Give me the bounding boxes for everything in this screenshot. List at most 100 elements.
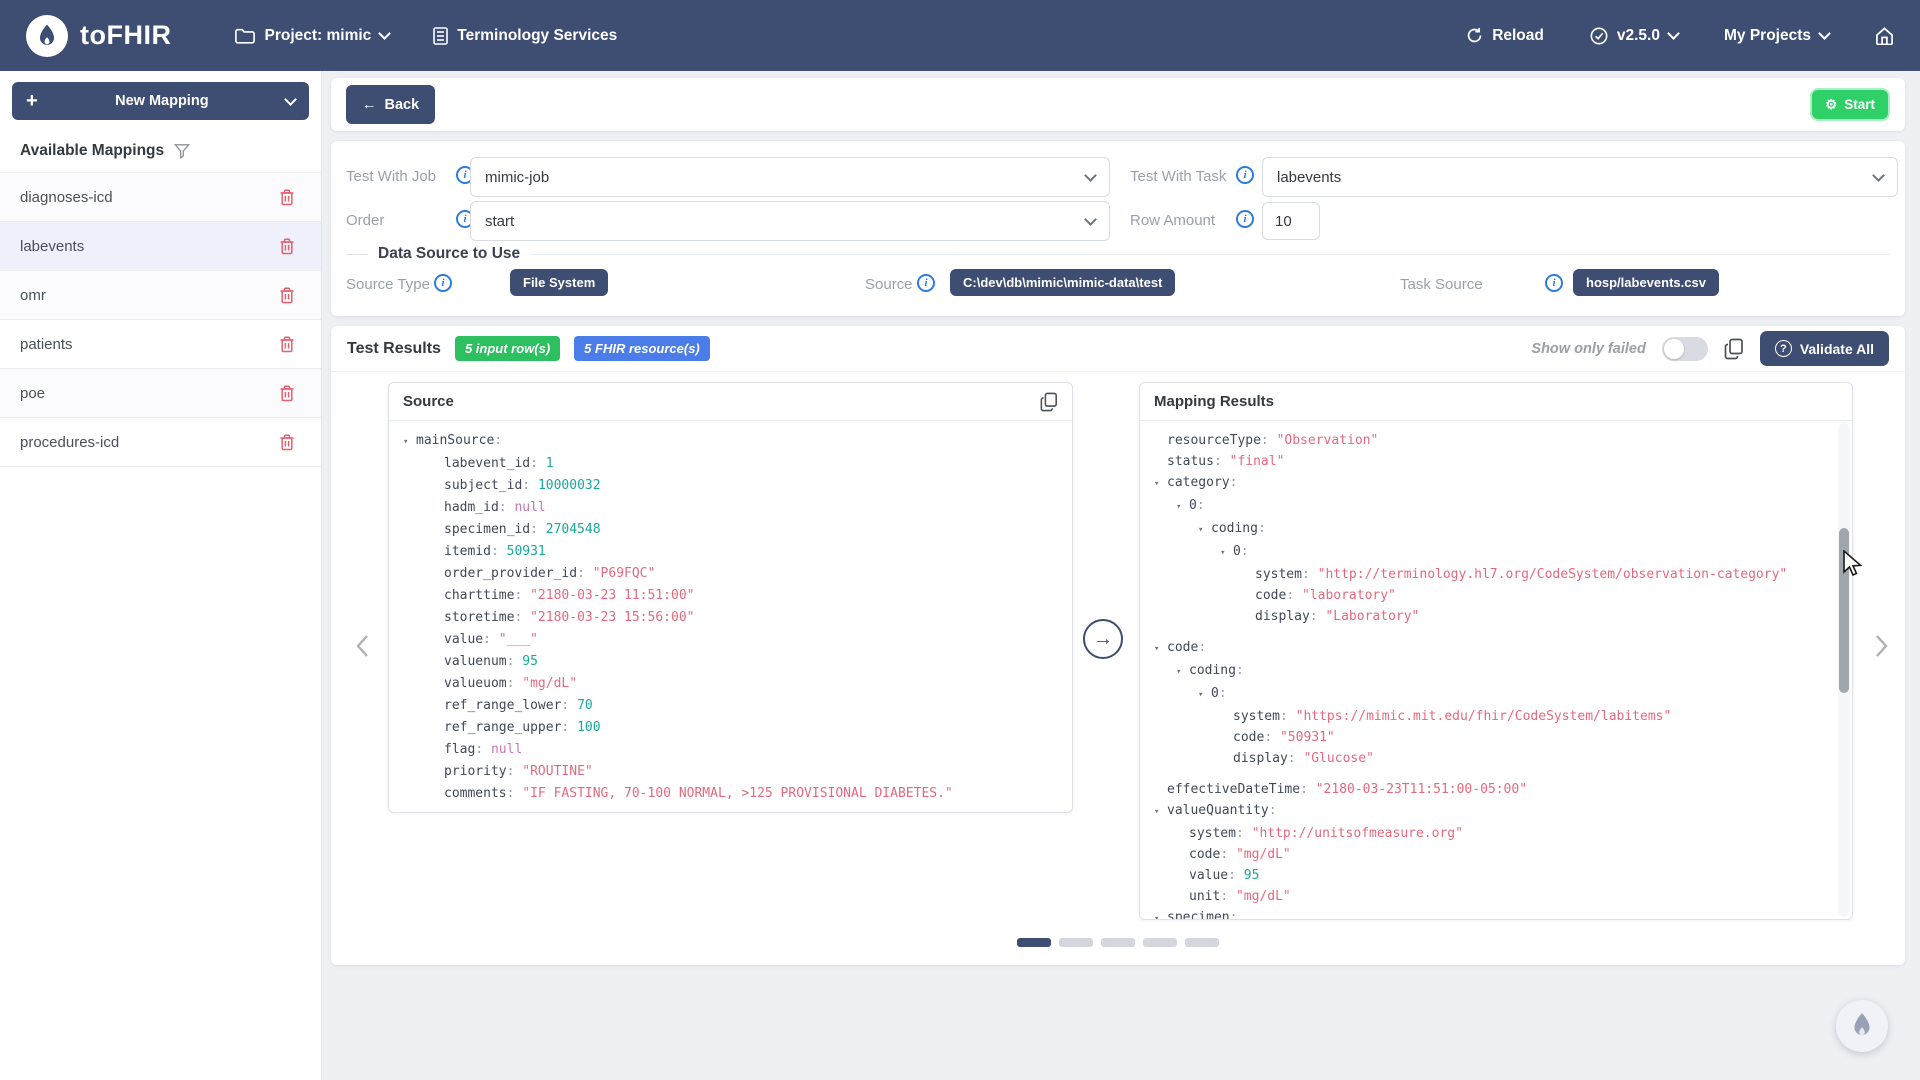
info-icon[interactable]: i [917, 274, 935, 292]
code-key: priority [444, 764, 507, 779]
collapse-caret-icon[interactable]: ▾ [403, 431, 416, 453]
code-colon: : [507, 764, 523, 779]
terminology-icon [433, 27, 448, 45]
new-mapping-button[interactable]: + New Mapping [12, 82, 309, 120]
order-select[interactable]: start [470, 201, 1110, 241]
collapse-caret-icon[interactable]: ▾ [1154, 802, 1167, 823]
code-value: null [514, 500, 545, 515]
my-projects-label: My Projects [1724, 27, 1811, 45]
mapping-list-item[interactable]: poe [0, 369, 321, 418]
info-icon[interactable]: i [1545, 274, 1563, 292]
test-with-task-select[interactable]: labevents [1262, 157, 1898, 197]
code-key: ref_range_upper [444, 720, 561, 735]
reload-button[interactable]: Reload [1466, 27, 1544, 45]
source-type-chip[interactable]: File System [510, 269, 608, 296]
mapping-list-item[interactable]: labevents [0, 222, 321, 271]
info-icon[interactable]: i [1236, 210, 1254, 228]
mapping-list-item[interactable]: omr [0, 271, 321, 320]
delete-mapping-button[interactable] [279, 434, 295, 451]
next-result-button[interactable]: → [1083, 619, 1123, 659]
code-value: "IF FASTING, 70-100 NORMAL, >125 PROVISI… [522, 786, 952, 801]
code-line: subject_id: 10000032 [393, 475, 1066, 497]
code-line: system: "http://unitsofmeasure.org" [1144, 823, 1846, 844]
code-colon: : [1269, 803, 1285, 818]
back-button[interactable]: ← Back [346, 85, 435, 124]
chevron-down-icon [1084, 169, 1097, 182]
code-key: value [1189, 868, 1228, 883]
home-button[interactable] [1875, 27, 1894, 45]
mapping-list-item[interactable]: patients [0, 320, 321, 369]
collapse-caret-icon[interactable]: ▾ [1198, 685, 1211, 706]
info-icon[interactable]: i [434, 274, 452, 292]
copy-source-button[interactable] [1040, 392, 1058, 412]
code-line: ▾0: [1144, 495, 1846, 518]
collapse-caret-icon[interactable]: ▾ [1154, 639, 1167, 660]
terminology-services-link[interactable]: Terminology Services [433, 27, 617, 45]
project-menu[interactable]: Project: mimic [235, 27, 389, 45]
delete-mapping-button[interactable] [279, 189, 295, 206]
collapse-caret-icon[interactable]: ▾ [1176, 497, 1189, 518]
back-label: Back [385, 97, 420, 113]
test-results-title: Test Results [347, 340, 441, 358]
code-colon: : [499, 500, 515, 515]
chevron-down-icon [378, 27, 391, 40]
delete-mapping-button[interactable] [279, 287, 295, 304]
source-panel: Source ▾mainSource: labevent_id: 1subjec… [388, 382, 1073, 813]
delete-mapping-button[interactable] [279, 238, 295, 255]
start-button[interactable]: ⚙ Start [1810, 88, 1890, 121]
my-projects-menu[interactable]: My Projects [1724, 27, 1829, 45]
carousel-page-dot[interactable] [1017, 938, 1051, 947]
carousel-page-dot[interactable] [1059, 938, 1093, 947]
collapse-caret-icon[interactable]: ▾ [1176, 662, 1189, 683]
code-line: comments: "IF FASTING, 70-100 NORMAL, >1… [393, 783, 1066, 805]
code-colon: : [507, 786, 523, 801]
show-only-failed-toggle[interactable] [1662, 337, 1708, 361]
carousel-next-button[interactable] [1875, 634, 1889, 658]
fhir-resources-badge: 5 FHIR resource(s) [574, 336, 710, 361]
floating-flame-button[interactable] [1836, 1000, 1888, 1052]
filter-funnel-icon[interactable] [174, 143, 190, 159]
code-line: ▾coding: [1144, 660, 1846, 683]
validate-all-button[interactable]: ? Validate All [1760, 331, 1889, 366]
mapping-list-item[interactable]: procedures-icd [0, 418, 321, 467]
task-source-chip[interactable]: hosp/labevents.csv [1573, 269, 1719, 296]
code-key: code [1189, 847, 1220, 862]
mapping-results-code: resourceType: "Observation"status: "fina… [1140, 421, 1852, 920]
row-amount-input[interactable] [1262, 202, 1320, 240]
delete-mapping-button[interactable] [279, 385, 295, 402]
code-colon: : [522, 478, 538, 493]
carousel-page-dot[interactable] [1185, 938, 1219, 947]
code-line: system: "http://terminology.hl7.org/Code… [1144, 564, 1846, 585]
code-value: "2180-03-23T11:51:00-05:00" [1316, 782, 1527, 797]
carousel-page-dot[interactable] [1101, 938, 1135, 947]
test-with-job-select[interactable]: mimic-job [470, 157, 1110, 197]
brand[interactable]: toFHIR [26, 15, 171, 57]
order-label: Order [346, 212, 384, 229]
code-value: "Observation" [1277, 433, 1379, 448]
carousel-page-dot[interactable] [1143, 938, 1177, 947]
info-icon[interactable]: i [1236, 166, 1254, 184]
code-key: effectiveDateTime [1167, 782, 1300, 797]
code-line: hadm_id: null [393, 497, 1066, 519]
version-menu[interactable]: v2.5.0 [1590, 27, 1678, 45]
mapping-list-item[interactable]: diagnoses-icd [0, 173, 321, 222]
copy-results-button[interactable] [1724, 338, 1744, 360]
collapse-caret-icon[interactable]: ▾ [1154, 909, 1167, 920]
code-key: ref_range_lower [444, 698, 561, 713]
source-type-label: Source Type [346, 276, 430, 293]
delete-mapping-button[interactable] [279, 336, 295, 353]
code-line: charttime: "2180-03-23 11:51:00" [393, 585, 1066, 607]
collapse-caret-icon[interactable]: ▾ [1154, 474, 1167, 495]
carousel-prev-button[interactable] [355, 634, 369, 658]
code-gap [1144, 769, 1846, 779]
collapse-caret-icon[interactable]: ▾ [1220, 543, 1233, 564]
source-path-chip[interactable]: C:\dev\db\mimic\mimic-data\test [950, 269, 1175, 296]
row-amount-label: Row Amount [1130, 212, 1215, 229]
scrollbar-thumb[interactable] [1839, 528, 1849, 693]
collapse-caret-icon[interactable]: ▾ [1198, 520, 1211, 541]
code-key: specimen [1167, 910, 1230, 920]
code-value: "final" [1230, 454, 1285, 469]
code-key: display [1233, 751, 1288, 766]
code-key: 0 [1211, 686, 1219, 701]
code-value: "laboratory" [1302, 588, 1396, 603]
